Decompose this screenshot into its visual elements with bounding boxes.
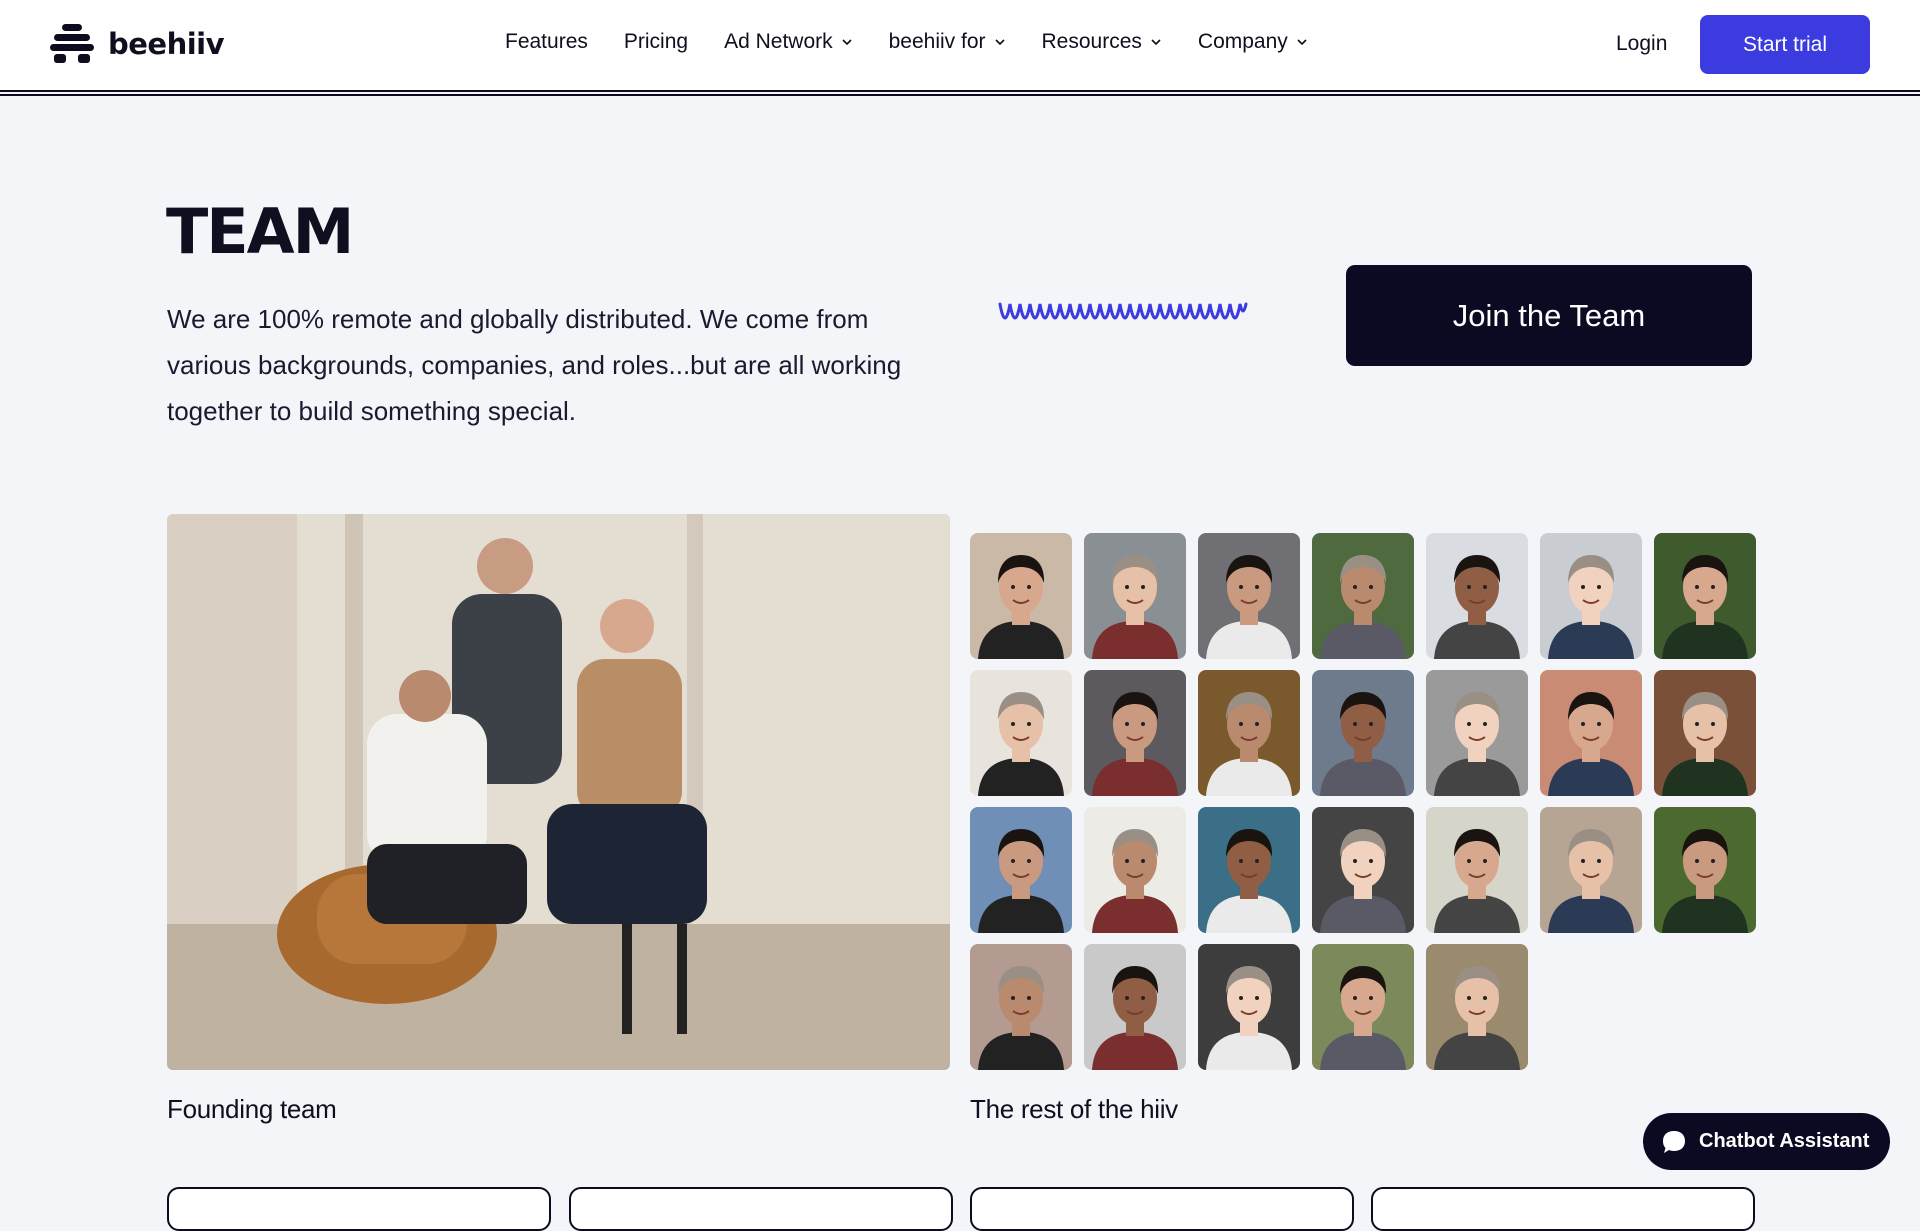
chevron-down-icon bbox=[842, 39, 852, 46]
team-member-photo bbox=[970, 807, 1072, 933]
nav-pricing-label: Pricing bbox=[623, 30, 689, 53]
team-member-photo bbox=[1312, 670, 1414, 796]
team-member-photo bbox=[970, 944, 1072, 1070]
brand-logo[interactable]: beehiiv bbox=[50, 22, 225, 66]
team-card bbox=[970, 1187, 1354, 1231]
team-card bbox=[1371, 1187, 1755, 1231]
squiggle-decoration bbox=[998, 302, 1248, 320]
nav-resources[interactable]: Resources bbox=[1042, 30, 1162, 54]
team-member-photo bbox=[1084, 670, 1186, 796]
brand-name: beehiiv bbox=[108, 27, 225, 61]
beehive-logo-icon bbox=[50, 24, 94, 63]
team-member-photo bbox=[1540, 807, 1642, 933]
founding-team-photo bbox=[167, 514, 950, 1070]
team-member-grid bbox=[970, 533, 1756, 1070]
login-link[interactable]: Login bbox=[1616, 32, 1667, 56]
team-member-photo bbox=[970, 533, 1072, 659]
team-member-photo bbox=[1654, 533, 1756, 659]
start-trial-button[interactable]: Start trial bbox=[1700, 15, 1870, 74]
team-member-photo bbox=[1654, 670, 1756, 796]
team-card bbox=[167, 1187, 551, 1231]
nav-ad-network[interactable]: Ad Network bbox=[724, 30, 853, 54]
chevron-down-icon bbox=[1151, 39, 1161, 46]
nav-features-label: Features bbox=[505, 30, 588, 53]
team-member-photo bbox=[1312, 807, 1414, 933]
nav-features[interactable]: Features bbox=[505, 30, 588, 54]
team-member-photo bbox=[1198, 807, 1300, 933]
team-member-photo bbox=[1426, 944, 1528, 1070]
nav-ad-network-label: Ad Network bbox=[724, 30, 833, 53]
team-card bbox=[569, 1187, 953, 1231]
chat-bubble-icon bbox=[1663, 1130, 1685, 1153]
chatbot-assistant-button[interactable]: Chatbot Assistant bbox=[1643, 1113, 1890, 1170]
team-member-photo bbox=[1426, 533, 1528, 659]
nav-pricing[interactable]: Pricing bbox=[624, 30, 688, 54]
chevron-down-icon bbox=[994, 39, 1005, 46]
team-intro-text: We are 100% remote and globally distribu… bbox=[167, 304, 902, 426]
team-member-photo bbox=[1198, 944, 1300, 1070]
chatbot-label: Chatbot Assistant bbox=[1699, 1130, 1870, 1152]
nav-beehiiv-for-label: beehiiv for bbox=[888, 30, 986, 53]
team-member-photo bbox=[1084, 944, 1186, 1070]
team-member-photo bbox=[1312, 944, 1414, 1070]
team-member-photo bbox=[1084, 533, 1186, 659]
team-member-photo bbox=[970, 670, 1072, 796]
team-member-photo bbox=[1654, 807, 1756, 933]
team-member-photo bbox=[1312, 533, 1414, 659]
team-member-photo bbox=[1540, 670, 1642, 796]
main-menu: Features Pricing Ad Network beehiiv for … bbox=[505, 30, 1308, 54]
nav-company[interactable]: Company bbox=[1198, 30, 1308, 54]
team-member-photo bbox=[1426, 670, 1528, 796]
nav-resources-label: Resources bbox=[1041, 30, 1142, 53]
team-member-photo bbox=[1426, 807, 1528, 933]
team-member-photo bbox=[1084, 807, 1186, 933]
chevron-down-icon bbox=[1297, 39, 1307, 46]
team-member-photo bbox=[1198, 670, 1300, 796]
nav-beehiiv-for[interactable]: beehiiv for bbox=[889, 30, 1006, 54]
page-title: TEAM bbox=[166, 195, 354, 268]
team-member-photo bbox=[1540, 533, 1642, 659]
top-navigation: beehiiv Features Pricing Ad Network beeh… bbox=[0, 0, 1920, 96]
founding-team-caption: Founding team bbox=[167, 1094, 337, 1124]
nav-company-label: Company bbox=[1197, 30, 1288, 53]
join-the-team-button[interactable]: Join the Team bbox=[1346, 265, 1752, 366]
team-member-photo bbox=[1198, 533, 1300, 659]
rest-of-team-caption: The rest of the hiiv bbox=[970, 1094, 1178, 1124]
